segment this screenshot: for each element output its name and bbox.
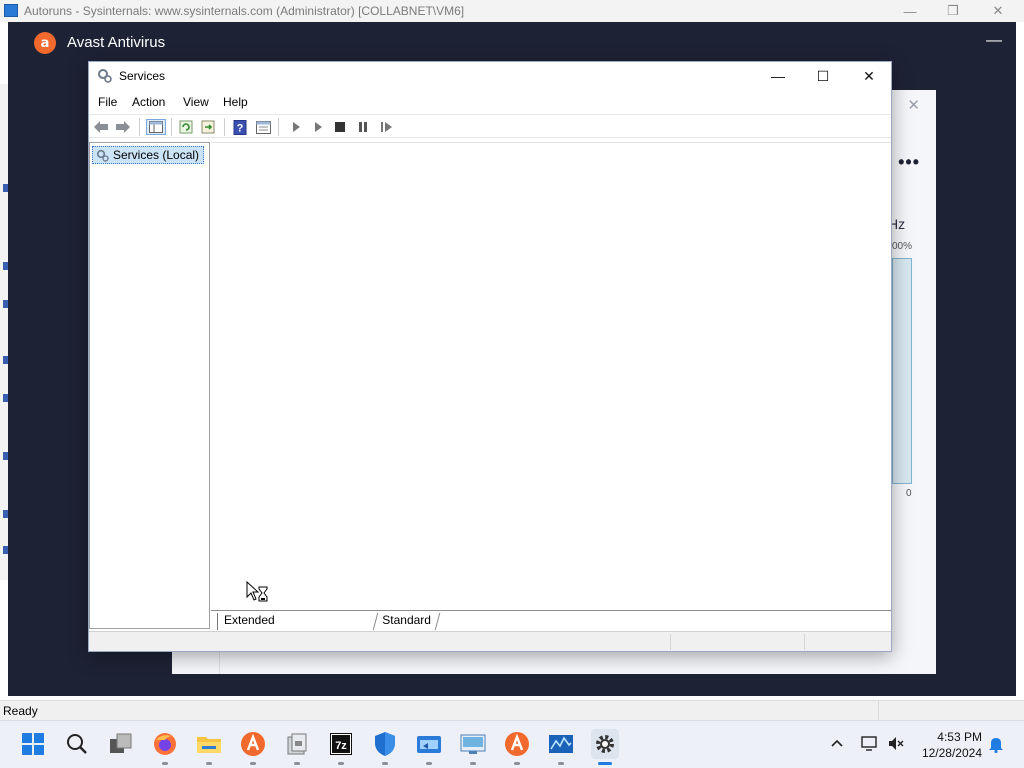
more-options-icon[interactable]: ••• (898, 152, 920, 173)
running-indicator (162, 762, 168, 765)
cpu-usage-graph (892, 258, 912, 484)
tree-item-label: Services (Local) (113, 148, 200, 162)
busy-cursor-icon (246, 581, 268, 602)
services-status-bar (89, 631, 891, 651)
avast-icon[interactable] (240, 731, 266, 757)
services-menubar: File Action View Help (89, 92, 891, 112)
avast-panel-close-button[interactable]: ✕ (907, 96, 920, 114)
avast-logo-icon: a (34, 32, 56, 54)
firefox-icon[interactable] (152, 731, 178, 757)
status-divider (804, 634, 805, 650)
autoruns-app-icon (4, 4, 18, 17)
view-tabs: Extended Standard (211, 610, 891, 630)
running-indicator (470, 762, 476, 765)
properties-icon[interactable] (255, 119, 271, 135)
toolbar-divider (171, 118, 172, 136)
clock-date[interactable]: 12/28/2024 (916, 746, 982, 760)
start-icon[interactable] (20, 731, 46, 757)
start-service-icon[interactable] (288, 119, 304, 135)
back-arrow-icon[interactable] (93, 119, 109, 135)
menu-view[interactable]: View (183, 95, 209, 109)
menu-file[interactable]: File (98, 95, 117, 109)
services-close-button[interactable]: ✕ (846, 62, 892, 90)
7zip-icon[interactable]: 7z (328, 731, 354, 757)
clock-time[interactable]: 4:53 PM (920, 730, 982, 744)
running-indicator (558, 762, 564, 765)
export-list-icon[interactable] (200, 119, 216, 135)
autoruns-maximize-button[interactable]: ❐ (930, 0, 976, 22)
avast-minimize-button[interactable]: — (986, 32, 1002, 52)
tray-chevron-up-icon[interactable] (830, 737, 844, 751)
tab-extended[interactable]: Extended (217, 613, 281, 630)
taskbar: 7z 4:53 PM 12/28/2024 (0, 720, 1024, 768)
performance-monitor-icon[interactable] (548, 731, 574, 757)
refresh-icon[interactable] (178, 119, 194, 135)
running-indicator (294, 762, 300, 765)
network-monitor-icon[interactable] (460, 731, 486, 757)
task-view-icon[interactable] (108, 731, 134, 757)
status-text: Ready (3, 704, 38, 718)
show-hide-console-tree-icon[interactable] (146, 119, 166, 135)
file-explorer-icon[interactable] (196, 731, 222, 757)
status-divider (878, 701, 879, 721)
display-icon[interactable] (861, 736, 877, 754)
menu-action[interactable]: Action (132, 95, 165, 109)
tab-standard[interactable]: Standard (372, 613, 440, 630)
autoruns-close-button[interactable]: ✕ (975, 0, 1021, 22)
running-indicator (338, 762, 344, 765)
archive-tool-icon[interactable] (284, 731, 310, 757)
services-gear-icon (98, 69, 112, 83)
remote-desktop-icon[interactable] (416, 731, 442, 757)
services-details-pane[interactable] (211, 142, 891, 610)
tab-extended-label: Extended (224, 613, 275, 627)
console-tree-pane: Services (Local) (89, 142, 210, 629)
svg-text:?: ? (237, 122, 244, 134)
tree-item-services-local[interactable]: Services (Local) (92, 146, 205, 164)
notification-bell-icon[interactable] (988, 736, 1004, 756)
tab-standard-label: Standard (382, 613, 431, 627)
avast-window-title: Avast Antivirus (67, 34, 166, 51)
running-indicator (250, 762, 256, 765)
autoruns-minimize-button[interactable]: — (887, 0, 933, 22)
volume-muted-icon[interactable] (888, 736, 904, 754)
autoruns-window-title: Autoruns - Sysinternals: www.sysinternal… (24, 4, 465, 18)
autoruns-titlebar[interactable]: Autoruns - Sysinternals: www.sysinternal… (0, 0, 1024, 22)
graph-min-label: 0 (906, 488, 912, 499)
help-icon[interactable]: ? (232, 119, 248, 135)
autoruns-list-edge (0, 84, 9, 580)
autoruns-status-bar: Ready (0, 700, 1024, 721)
services-window-title: Services (119, 69, 166, 83)
active-indicator (598, 762, 612, 765)
resume-service-icon[interactable] (378, 119, 394, 135)
running-indicator (426, 762, 432, 765)
running-indicator (514, 762, 520, 765)
services-minimize-button[interactable]: — (755, 62, 801, 90)
toolbar-divider (139, 118, 140, 136)
stop-service-icon[interactable] (332, 119, 348, 135)
graph-max-label: 00% (892, 241, 913, 252)
defender-icon[interactable] (372, 731, 398, 757)
running-indicator (206, 762, 212, 765)
services-window: Services — ☐ ✕ File Action View Help ? S… (88, 61, 892, 652)
running-indicator (382, 762, 388, 765)
pause-service-icon[interactable] (355, 119, 371, 135)
avast-secondary-icon[interactable] (504, 731, 530, 757)
services-local-icon (96, 149, 109, 162)
forward-arrow-icon[interactable] (115, 119, 131, 135)
services-settings-icon[interactable] (591, 729, 619, 759)
status-divider (670, 634, 671, 650)
services-maximize-button[interactable]: ☐ (800, 62, 846, 90)
toolbar-divider (278, 118, 279, 136)
menu-help[interactable]: Help (223, 95, 248, 109)
start-service-alt-icon[interactable] (310, 119, 326, 135)
svg-text:7z: 7z (335, 740, 347, 752)
toolbar-divider (224, 118, 225, 136)
services-titlebar[interactable]: Services — ☐ ✕ (89, 62, 891, 90)
search-icon[interactable] (64, 731, 90, 757)
services-toolbar: ? (89, 114, 891, 138)
